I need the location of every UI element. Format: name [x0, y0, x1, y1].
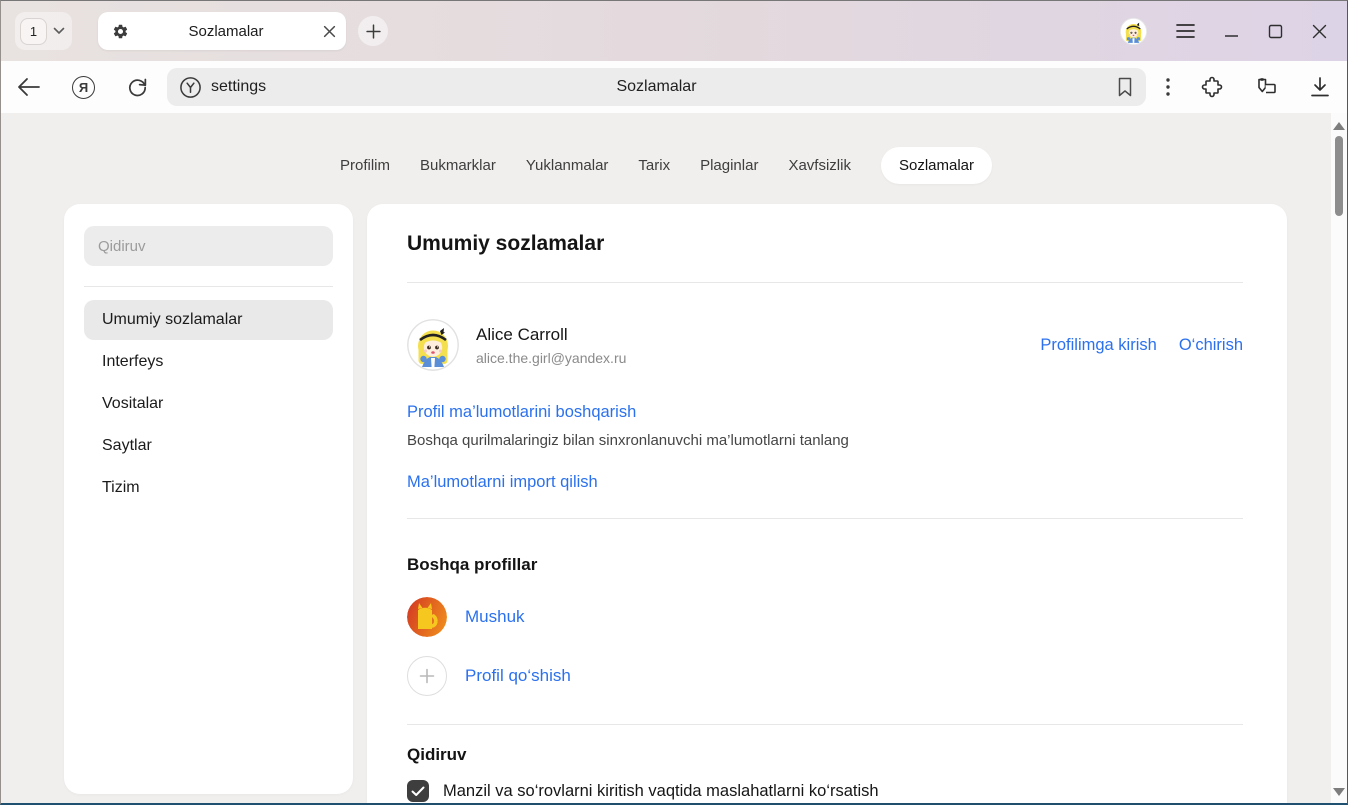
scrollbar[interactable]: [1331, 113, 1347, 803]
scrollbar-thumb[interactable]: [1335, 136, 1343, 216]
search-section-heading: Qidiruv: [407, 745, 1243, 765]
delete-profile-link[interactable]: O‘chirish: [1179, 336, 1243, 355]
minimize-button[interactable]: [1224, 24, 1239, 38]
sidebar-item-label: Vositalar: [102, 395, 163, 413]
page-title: Umumiy sozlamalar: [407, 230, 1243, 258]
import-data-link[interactable]: Ma’lumotlarni import qilish: [407, 473, 598, 492]
sidebar-item-label: Umumiy sozlamalar: [102, 311, 242, 329]
settings-main-panel: Umumiy sozlamalar Alice Carroll alice.th…: [367, 204, 1287, 803]
yandex-logo-icon[interactable]: Я: [72, 76, 95, 99]
browser-window: 1 Sozlamalar: [0, 0, 1348, 805]
close-window-button[interactable]: [1312, 24, 1327, 39]
plus-icon[interactable]: [407, 656, 447, 696]
protect-icon[interactable]: [179, 76, 202, 99]
tab-bukmarklar[interactable]: Bukmarklar: [420, 147, 496, 184]
sidebar-divider: [84, 286, 333, 287]
scroll-up-icon[interactable]: [1333, 122, 1345, 130]
sidebar-item-umumiy-sozlamalar[interactable]: Umumiy sozlamalar: [84, 300, 333, 340]
tab-tarix[interactable]: Tarix: [638, 147, 670, 184]
tab-title: Sozlamalar: [129, 23, 323, 40]
divider: [407, 724, 1243, 725]
tab-xavfsizlik[interactable]: Xavfsizlik: [788, 147, 851, 184]
gear-icon: [112, 23, 129, 40]
tab-strip: 1 Sozlamalar: [1, 1, 1347, 61]
profile-email: alice.the.girl@yandex.ru: [476, 350, 626, 366]
chevron-down-icon: [53, 27, 65, 35]
cat-avatar: [407, 597, 447, 637]
sidebar-item-label: Interfeys: [102, 353, 163, 371]
collections-icon[interactable]: [1254, 75, 1279, 99]
divider: [407, 282, 1243, 283]
bookmark-icon[interactable]: [1116, 77, 1134, 97]
manage-profile-data-link[interactable]: Profil ma’lumotlarini boshqarish: [407, 403, 636, 422]
maximize-button[interactable]: [1268, 24, 1283, 39]
tab-profilim[interactable]: Profilim: [340, 147, 390, 184]
suggestions-checkbox[interactable]: [407, 780, 429, 802]
sidebar-item-vositalar[interactable]: Vositalar: [84, 384, 333, 424]
sidebar-item-saytlar[interactable]: Saytlar: [84, 426, 333, 466]
other-profiles-heading: Boshqa profillar: [407, 555, 1243, 575]
settings-page: Profilim Bukmarklar Yuklanmalar Tarix Pl…: [1, 113, 1347, 803]
menu-icon[interactable]: [1176, 23, 1195, 39]
profile-mushuk-link[interactable]: Mushuk: [465, 607, 525, 627]
sidebar-item-label: Saytlar: [102, 437, 152, 455]
sidebar-item-tizim[interactable]: Tizim: [84, 468, 333, 508]
address-bar[interactable]: settings Sozlamalar: [167, 68, 1146, 106]
reload-icon[interactable]: [126, 76, 149, 99]
tab-yuklanmalar[interactable]: Yuklanmalar: [526, 147, 609, 184]
suggestions-checkbox-label: Manzil va so‘rovlarni kiritish vaqtida m…: [443, 782, 879, 801]
settings-search-input[interactable]: [84, 226, 333, 266]
settings-nav-tabs: Profilim Bukmarklar Yuklanmalar Tarix Pl…: [1, 147, 1331, 184]
add-profile-link[interactable]: Profil qo‘shish: [465, 666, 571, 686]
settings-sidebar: Umumiy sozlamalar Interfeys Vositalar Sa…: [64, 204, 353, 794]
suggestions-setting-row: Manzil va so‘rovlarni kiritish vaqtida m…: [407, 780, 1243, 802]
browser-tab[interactable]: Sozlamalar: [98, 12, 346, 50]
toolbar: Я settings Sozlamalar: [1, 61, 1347, 113]
sync-hint-text: Boshqa qurilmalaringiz bilan sinxronlanu…: [407, 432, 1243, 449]
tab-counter[interactable]: 1: [15, 12, 72, 50]
divider: [407, 518, 1243, 519]
sidebar-item-interfeys[interactable]: Interfeys: [84, 342, 333, 382]
tab-sozlamalar[interactable]: Sozlamalar: [881, 147, 992, 184]
tab-close-icon[interactable]: [323, 25, 336, 38]
scroll-down-icon[interactable]: [1333, 788, 1345, 796]
address-page-title: Sozlamalar: [167, 78, 1146, 96]
tab-count: 1: [20, 18, 47, 45]
new-tab-button[interactable]: [358, 16, 388, 46]
url-text: settings: [211, 78, 266, 96]
login-profile-link[interactable]: Profilimga kirish: [1040, 336, 1156, 355]
extensions-icon[interactable]: [1200, 75, 1224, 99]
profile-name: Alice Carroll: [476, 325, 626, 345]
sidebar-item-label: Tizim: [102, 479, 140, 497]
downloads-icon[interactable]: [1309, 76, 1331, 98]
tab-plaginlar[interactable]: Plaginlar: [700, 147, 758, 184]
back-icon[interactable]: [17, 77, 41, 97]
current-profile-row: Alice Carroll alice.the.girl@yandex.ru P…: [407, 319, 1243, 371]
add-profile-row[interactable]: Profil qo‘shish: [407, 656, 1243, 696]
avatar: [407, 319, 459, 371]
browser-profile-avatar[interactable]: [1120, 18, 1147, 45]
kebab-menu-icon[interactable]: [1166, 78, 1170, 96]
profile-row-mushuk[interactable]: Mushuk: [407, 597, 1243, 637]
